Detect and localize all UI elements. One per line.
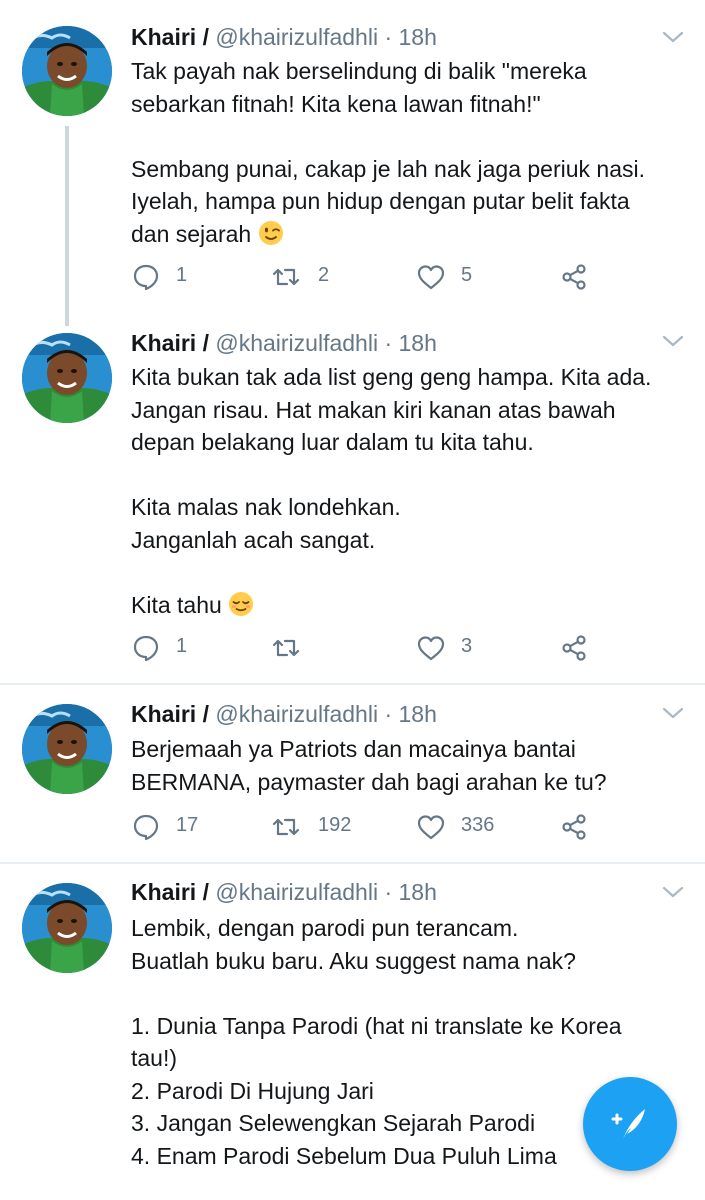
author-name[interactable]: Khairi / (131, 701, 209, 727)
tweet-text-line: tau!) (131, 1045, 178, 1071)
tweet-text-line (131, 120, 676, 153)
like-count: 5 (461, 264, 473, 286)
author-handle: @khairizulfadhli · 18h (215, 24, 437, 50)
tweet-text: Kita bukan tak ada list geng geng hampa.… (131, 361, 676, 621)
tweet-text-line: 1. Dunia Tanpa Parodi (hat ni translate … (131, 1012, 622, 1039)
retweet-icon (271, 812, 301, 842)
heart-icon (416, 262, 446, 292)
tweet-header: Khairi / @khairizulfadhli · 18h (131, 699, 437, 729)
heart-icon (416, 633, 446, 663)
tweet-text-fragment: Kita tahu (131, 591, 222, 618)
tweet-text-line: Jangan risau. Hat makan kiri kanan atas … (131, 396, 616, 423)
avatar[interactable] (22, 26, 112, 116)
like-count: 336 (461, 814, 495, 836)
tweet-actions: 1 3 (131, 633, 601, 663)
chevron-down-icon[interactable] (662, 30, 684, 44)
tweet-text-line: Kita malas nak londehkan. (131, 494, 401, 520)
retweet-icon (271, 262, 301, 292)
tweet-text-line: Buatlah buku baru. Aku suggest nama nak? (131, 947, 576, 974)
author-name[interactable]: Khairi / (131, 879, 209, 905)
reply-icon (131, 633, 161, 663)
share-icon (559, 262, 589, 292)
reply-icon (131, 262, 161, 292)
tweet-text-line: dan sejarah (131, 218, 676, 251)
tweet-text-line: BERMANA, paymaster dah bagi arahan ke tu… (131, 768, 607, 795)
chevron-down-icon[interactable] (662, 885, 684, 899)
share-icon (559, 633, 589, 663)
tweet-text-line: Iyelah, hampa pun hidup dengan putar bel… (131, 188, 630, 214)
chevron-down-icon[interactable] (662, 334, 684, 348)
author-handle: @khairizulfadhli · 18h (215, 879, 437, 905)
tweet-actions: 17 192 336 (131, 812, 601, 842)
share-icon (559, 812, 589, 842)
compose-tweet-icon (611, 1109, 645, 1139)
reply-icon (131, 812, 161, 842)
tweet-text: Tak payah nak berselindung di balik "mer… (131, 55, 676, 250)
thread-line (65, 126, 69, 326)
author-name[interactable]: Khairi / (131, 24, 209, 50)
tweet-divider (0, 683, 705, 685)
avatar[interactable] (22, 704, 112, 794)
like-count: 3 (461, 635, 473, 657)
author-name[interactable]: Khairi / (131, 330, 209, 356)
retweet-icon (271, 633, 301, 663)
avatar[interactable] (22, 883, 112, 973)
tweet-text: Berjemaah ya Patriots dan macainya banta… (131, 733, 676, 798)
tweet-header: Khairi / @khairizulfadhli · 18h (131, 22, 437, 52)
compose-tweet-button[interactable] (583, 1077, 677, 1171)
tweet-text-line: Lembik, dengan parodi pun terancam. (131, 915, 519, 941)
tweet-text-line: Tak payah nak berselindung di balik "mer… (131, 58, 587, 84)
tweet-text-line (131, 556, 676, 589)
author-handle: @khairizulfadhli · 18h (215, 701, 437, 727)
tweet-text-line: Janganlah acah sangat. (131, 526, 376, 553)
tweet-divider (0, 862, 705, 864)
tweet-text-line: sebarkan fitnah! Kita kena lawan fitnah!… (131, 90, 541, 117)
reply-count: 1 (176, 264, 188, 286)
retweet-count: 192 (318, 814, 352, 836)
tweet-text-line: depan belakang luar dalam tu kita tahu. (131, 429, 534, 455)
tweet-header: Khairi / @khairizulfadhli · 18h (131, 328, 437, 358)
reply-count: 17 (176, 814, 199, 836)
retweet-count: 2 (318, 264, 330, 286)
tweet-actions: 1 2 5 (131, 262, 601, 292)
tweet-text-line (131, 977, 676, 1010)
author-handle: @khairizulfadhli · 18h (215, 330, 437, 356)
tweet-text-line: Kita tahu (131, 589, 676, 622)
reply-count: 1 (176, 635, 188, 657)
tweet-text-line (131, 459, 676, 492)
tweet-text-line: Berjemaah ya Patriots dan macainya banta… (131, 736, 576, 762)
chevron-down-icon[interactable] (662, 706, 684, 720)
relieved-face-emoji (228, 591, 254, 617)
tweet-text-line: Kita bukan tak ada list geng geng hampa.… (131, 364, 652, 390)
winking-face-emoji (258, 220, 284, 246)
tweet-header: Khairi / @khairizulfadhli · 18h (131, 877, 437, 907)
heart-icon (416, 812, 446, 842)
avatar[interactable] (22, 333, 112, 423)
tweet-text-line: Sembang punai, cakap je lah nak jaga per… (131, 155, 646, 182)
tweet-text-fragment: dan sejarah (131, 220, 252, 247)
